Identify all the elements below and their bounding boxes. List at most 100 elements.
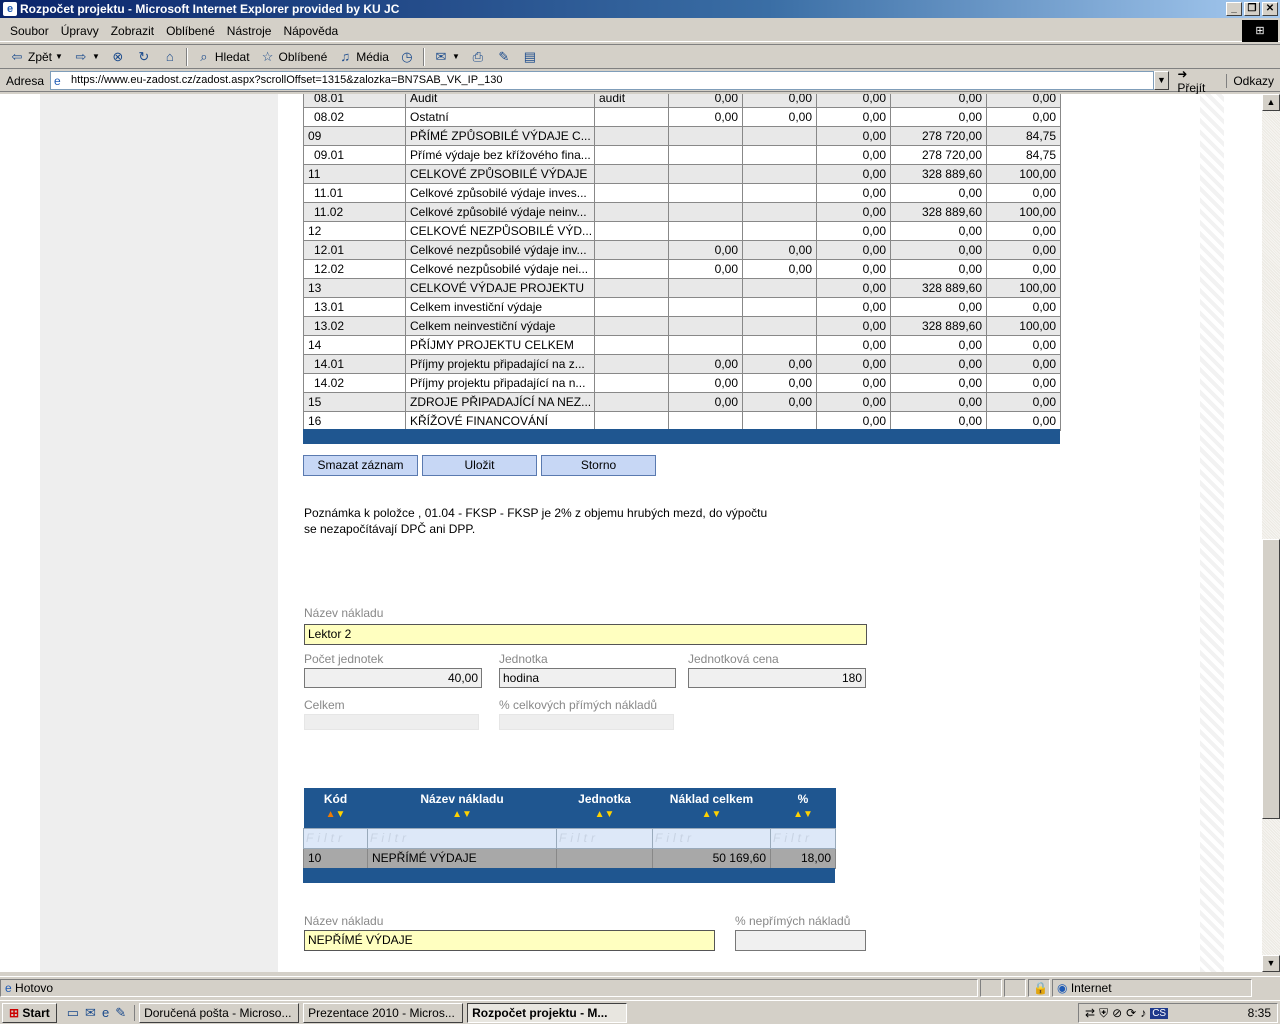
sync-icon[interactable]: ⟳ <box>1126 1006 1136 1020</box>
cost-name-input[interactable]: Lektor 2 <box>304 624 867 645</box>
toolbar-separator <box>185 47 188 66</box>
unit-count-input[interactable]: 40,00 <box>304 668 482 688</box>
table-row[interactable]: 08.02 Ostatní 0,00 0,00 0,00 0,00 0,00 <box>303 107 1061 127</box>
menu-zobrazit[interactable]: Zobrazit <box>105 24 160 38</box>
address-input[interactable]: e https://www.eu-zadost.cz/zadost.aspx?sc… <box>50 71 1154 90</box>
cell-value: 0,00 <box>816 354 891 374</box>
column-header-code[interactable]: Kód ▲▼ <box>303 788 368 828</box>
cell-value: 0,00 <box>890 354 987 374</box>
toolbar-separator <box>422 47 425 66</box>
column-header-unit[interactable]: Jednotka ▲▼ <box>556 788 653 828</box>
stop-button[interactable]: ⊗ <box>105 46 131 68</box>
close-button[interactable]: ✕ <box>1262 2 1278 16</box>
indirect-cost-pct-input[interactable] <box>735 930 866 951</box>
indirect-cost-name-label: Název nákladu <box>304 914 384 928</box>
sort-arrows-icon[interactable]: ▲▼ <box>368 808 557 822</box>
table-row[interactable]: 14.01 Příjmy projektu připadající na z...… <box>303 354 1061 374</box>
unit-input[interactable]: hodina <box>499 668 676 688</box>
vertical-scrollbar[interactable]: ▲ ▼ <box>1262 94 1280 972</box>
task-outlook[interactable]: Doručená pošta - Microso... <box>139 1002 300 1023</box>
sort-arrows-icon[interactable]: ▲▼ <box>557 808 653 822</box>
address-dropdown-button[interactable]: ▼ <box>1153 71 1170 90</box>
filter-input-unit[interactable]: Filtr <box>556 827 653 849</box>
sort-arrows-icon[interactable]: ▲▼ <box>653 808 771 822</box>
table-row[interactable]: 13.02 Celkem neinvestiční výdaje 0,00 328 8… <box>303 316 1061 336</box>
security-icon[interactable]: ⛨ <box>1099 1006 1108 1021</box>
table-row[interactable]: 15 ZDROJE PŘIPADAJÍCÍ NA NEZ... 0,00 0,00 0,… <box>303 392 1061 412</box>
menu-soubor[interactable]: Soubor <box>4 24 55 38</box>
media-button[interactable]: ♫ Média <box>332 46 394 68</box>
minimize-button[interactable]: _ <box>1226 2 1242 16</box>
mail-button[interactable]: ✉ ▼ <box>428 46 465 68</box>
scroll-down-button[interactable]: ▼ <box>1262 955 1280 972</box>
sort-arrows-icon[interactable]: ▲▼ <box>771 808 836 822</box>
save-button[interactable]: Uložit <box>422 455 537 476</box>
table-row[interactable]: 14 PŘÍJMY PROJEKTU CELKEM 0,00 0,00 0,00 <box>303 335 1061 355</box>
cell-value: 0,00 <box>816 202 891 222</box>
filter-input-pct[interactable]: Filtr <box>770 827 836 849</box>
table-row[interactable]: 13.01 Celkem investiční výdaje 0,00 0,00 0,0… <box>303 297 1061 317</box>
table-row[interactable]: 12.02 Celkové nezpůsobilé výdaje nei... 0,… <box>303 259 1061 279</box>
task-powerpoint[interactable]: Prezentace 2010 - Micros... <box>303 1002 464 1023</box>
table-row[interactable]: 09.01 Přímé výdaje bez křížového fina... 0… <box>303 145 1061 165</box>
column-header-name[interactable]: Název nákladu ▲▼ <box>367 788 557 828</box>
restore-button[interactable]: ❐ <box>1244 2 1260 16</box>
language-indicator[interactable]: CS <box>1150 1007 1169 1019</box>
links-button[interactable]: Odkazy <box>1226 73 1280 88</box>
menu-nastroje[interactable]: Nástroje <box>221 24 278 38</box>
filter-input-code[interactable]: Filtr <box>303 827 368 849</box>
refresh-button[interactable]: ↻ <box>131 46 157 68</box>
scroll-thumb[interactable] <box>1262 539 1280 819</box>
cell-value <box>668 411 743 431</box>
home-button[interactable]: ⌂ <box>157 46 183 68</box>
menu-upravy[interactable]: Úpravy <box>55 24 105 38</box>
table-row[interactable]: 12.01 Celkové nezpůsobilé výdaje inv... 0,… <box>303 240 1061 260</box>
back-button[interactable]: ⇦ Zpět ▼ <box>4 46 68 68</box>
filter-input-name[interactable]: Filtr <box>367 827 557 849</box>
column-header-pct[interactable]: % ▲▼ <box>770 788 836 828</box>
cell-value: 0,00 <box>816 221 891 241</box>
delete-record-button[interactable]: Smazat záznam <box>303 455 418 476</box>
menu-napoveda[interactable]: Nápověda <box>277 24 344 38</box>
volume-icon[interactable]: ♪ <box>1140 1006 1146 1020</box>
unit-price-input[interactable]: 180 <box>688 668 866 688</box>
filter-input-total[interactable]: Filtr <box>652 827 771 849</box>
table-row[interactable]: 14.02 Příjmy projektu připadající na n...… <box>303 373 1061 393</box>
task-ie-budget[interactable]: Rozpočet projektu - M... <box>467 1002 628 1023</box>
sort-arrows-icon[interactable]: ▲▼ <box>304 808 368 822</box>
table-row[interactable]: 13 CELKOVÉ VÝDAJE PROJEKTU 0,00 328 889,60 1… <box>303 278 1061 298</box>
outlook-icon[interactable]: ✉ <box>85 1005 96 1021</box>
go-button[interactable]: ➜ Přejít <box>1169 67 1226 95</box>
antivirus-icon[interactable]: ⊘ <box>1112 1006 1122 1020</box>
table-row[interactable]: 11 CELKOVÉ ZPŮSOBILÉ VÝDAJE 0,00 328 889,60… <box>303 164 1061 184</box>
cell-value <box>668 316 743 336</box>
scroll-up-button[interactable]: ▲ <box>1262 94 1280 111</box>
search-button[interactable]: ⌕ Hledat <box>191 46 255 68</box>
table-row[interactable]: 11.02 Celkové způsobilé výdaje neinv... 0,… <box>303 202 1061 222</box>
column-header-total[interactable]: Náklad celkem ▲▼ <box>652 788 771 828</box>
favorites-button[interactable]: ☆ Oblíbené <box>255 46 333 68</box>
start-button[interactable]: ⊞ Start <box>2 1002 57 1023</box>
discuss-button[interactable]: ▤ <box>517 46 543 68</box>
history-icon: ◷ <box>401 48 413 64</box>
table-row[interactable]: 08.01 Audit audit 0,00 0,00 0,00 0,00 0,00 <box>303 94 1061 108</box>
cancel-button[interactable]: Storno <box>541 455 656 476</box>
indirect-cost-name-input[interactable]: NEPŘÍMÉ VÝDAJE <box>304 930 715 951</box>
menu-oblibene[interactable]: Oblíbené <box>160 24 221 38</box>
table-row[interactable]: 10 NEPŘÍMÉ VÝDAJE 50 169,60 18,00 <box>303 847 836 869</box>
table-row[interactable]: 16 KŘÍŽOVÉ FINANCOVÁNÍ 0,00 0,00 0,00 <box>303 411 1061 431</box>
cell-value <box>668 183 743 203</box>
edit-button[interactable]: ✎ <box>491 46 517 68</box>
network-icon[interactable]: ⇄ <box>1085 1006 1095 1020</box>
print-button[interactable]: ⎙ <box>465 46 491 68</box>
table-row[interactable]: 09 PŘÍMÉ ZPŮSOBILÉ VÝDAJE C... 0,00 278 720… <box>303 126 1061 146</box>
budget-table: 08.01 Audit audit 0,00 0,00 0,00 0,00 0,00 08.02… <box>303 94 1061 431</box>
table-row[interactable]: 11.01 Celkové způsobilé výdaje inves... 0,… <box>303 183 1061 203</box>
table-row[interactable]: 12 CELKOVÉ NEZPŮSOBILÉ VÝD... 0,00 0,00 0,00 <box>303 221 1061 241</box>
forward-button[interactable]: ⇨ ▼ <box>68 46 105 68</box>
history-button[interactable]: ◷ <box>394 46 420 68</box>
cell-code: 14.02 <box>303 373 406 393</box>
show-desktop-icon[interactable]: ▭ <box>67 1005 79 1021</box>
notepad-icon[interactable]: ✎ <box>115 1005 126 1021</box>
ie-icon[interactable]: e <box>102 1005 109 1021</box>
